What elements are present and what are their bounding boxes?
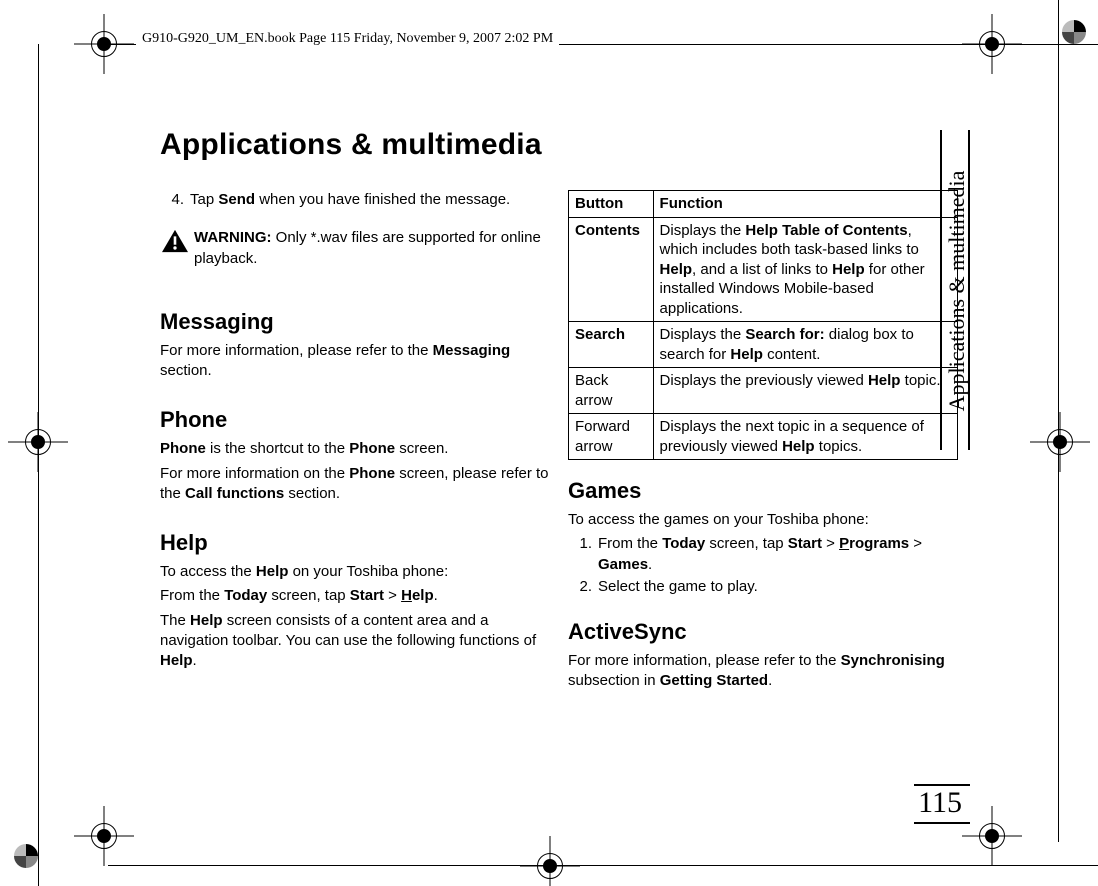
table-header-function: Function	[653, 191, 957, 218]
heading-phone: Phone	[160, 407, 550, 433]
step-body: From the Today screen, tap Start > Progr…	[598, 534, 958, 575]
table-row: Search Displays the Search for: dialog b…	[569, 322, 958, 368]
table-row: Back arrow Displays the previously viewe…	[569, 368, 958, 414]
registration-mark-icon	[90, 822, 118, 850]
help-paragraph-1: To access the Help on your Toshiba phone…	[160, 562, 550, 582]
crop-line-bottom	[108, 865, 1098, 866]
registration-mark-icon	[536, 852, 564, 880]
step-body: Select the game to play.	[598, 577, 958, 597]
warning-icon	[160, 228, 194, 260]
messaging-paragraph: For more information, please refer to th…	[160, 341, 550, 382]
crop-line-left	[38, 44, 39, 886]
registration-mark-icon	[1046, 428, 1074, 456]
warning-text: WARNING: Only *.wav files are supported …	[194, 228, 550, 269]
heading-activesync: ActiveSync	[568, 619, 958, 645]
games-intro: To access the games on your Toshiba phon…	[568, 510, 958, 530]
help-paragraph-3: The Help screen consists of a content ar…	[160, 611, 550, 672]
book-header-label: G910-G920_UM_EN.book Page 115 Friday, No…	[136, 31, 559, 47]
phone-paragraph-2: For more information on the Phone screen…	[160, 464, 550, 505]
page-content: Applications & multimedia 4. Tap Send wh…	[160, 128, 960, 828]
table-header-button: Button	[569, 191, 654, 218]
help-paragraph-2: From the Today screen, tap Start > Help.	[160, 586, 550, 606]
heading-help: Help	[160, 530, 550, 556]
step-number: 2.	[568, 577, 598, 597]
table-row: Forward arrow Displays the next topic in…	[569, 414, 958, 460]
crop-line-right	[1058, 0, 1059, 842]
warning-block: WARNING: Only *.wav files are supported …	[160, 228, 550, 269]
registration-mark-icon	[978, 822, 1006, 850]
right-column: Button Function Contents Displays the He…	[568, 190, 958, 696]
color-registration-icon	[12, 842, 40, 870]
left-column: 4. Tap Send when you have finished the m…	[160, 190, 550, 696]
activesync-paragraph: For more information, please refer to th…	[568, 651, 958, 692]
color-registration-icon	[1060, 18, 1088, 46]
step-4: 4. Tap Send when you have finished the m…	[160, 190, 550, 210]
table-row: Contents Displays the Help Table of Cont…	[569, 217, 958, 322]
phone-paragraph-1: Phone is the shortcut to the Phone scree…	[160, 439, 550, 459]
heading-games: Games	[568, 478, 958, 504]
step-number: 4.	[160, 190, 190, 210]
step-body: Tap Send when you have finished the mess…	[190, 190, 550, 210]
games-step-1: 1. From the Today screen, tap Start > Pr…	[568, 534, 958, 575]
step-number: 1.	[568, 534, 598, 575]
page-title: Applications & multimedia	[160, 128, 960, 162]
heading-messaging: Messaging	[160, 309, 550, 335]
games-step-2: 2. Select the game to play.	[568, 577, 958, 597]
help-functions-table: Button Function Contents Displays the He…	[568, 190, 958, 460]
